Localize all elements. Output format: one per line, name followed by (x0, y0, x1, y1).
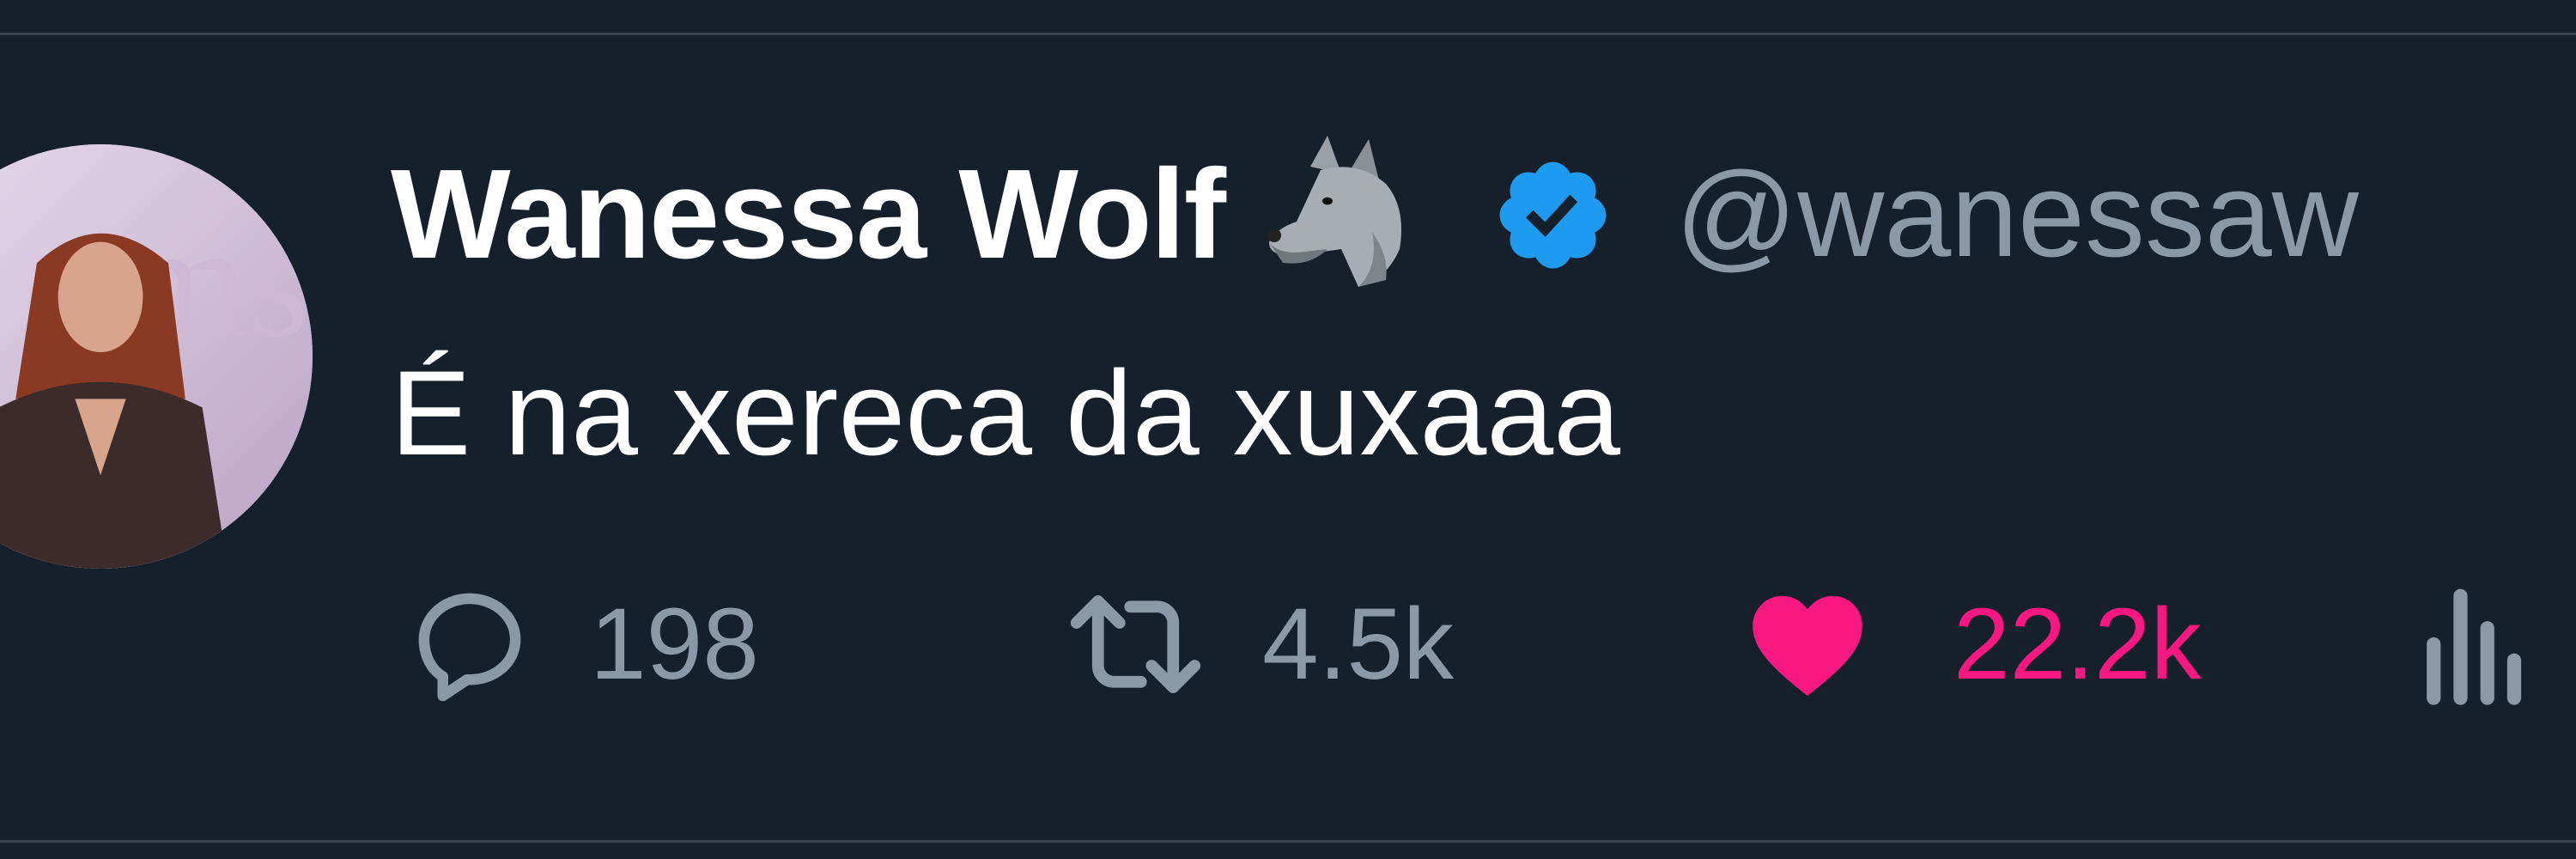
tweet-actions: 198 4.5k 22.2k (0, 576, 2576, 713)
retweet-icon (1070, 595, 1201, 693)
verified-badge-icon[interactable] (1491, 153, 1615, 277)
heart-icon (1753, 595, 1862, 696)
reply-button[interactable]: 198 (397, 576, 759, 713)
views-icon (2427, 588, 2522, 705)
wolf-face-icon (1259, 129, 1431, 301)
reply-count: 198 (590, 588, 759, 701)
avatar[interactable]: ms (0, 144, 313, 569)
like-count: 22.2k (1953, 588, 2202, 701)
author-row: Wanessa Wolf @wanessaw (391, 120, 2359, 309)
retweet-button[interactable]: 4.5k (1052, 576, 1454, 713)
views-button[interactable] (2411, 576, 2531, 713)
reply-icon (418, 593, 521, 702)
bottom-divider (0, 840, 2576, 843)
tweet-text: É na xereca da xuxaaa (391, 345, 1621, 480)
author-display-name[interactable]: Wanessa Wolf (391, 142, 1226, 288)
avatar-photo: ms (0, 144, 313, 569)
retweet-count: 4.5k (1262, 588, 1455, 701)
like-button[interactable]: 22.2k (1735, 576, 2202, 713)
top-divider (0, 33, 2576, 35)
author-handle[interactable]: @wanessaw (1675, 145, 2359, 284)
